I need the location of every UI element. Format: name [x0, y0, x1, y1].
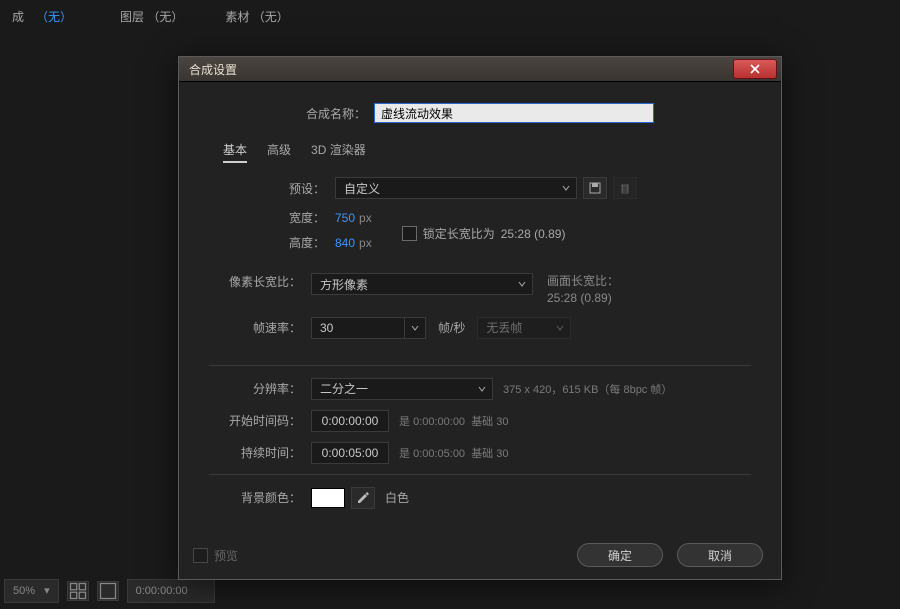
bgcolor-swatch[interactable] — [311, 488, 345, 508]
lock-aspect-label: 锁定长宽比为 — [423, 225, 495, 242]
lock-aspect-ratio: 25:28 (0.89) — [501, 227, 566, 241]
fps-unit: 帧/秒 — [438, 319, 465, 336]
pixel-aspect-dropdown[interactable]: 方形像素 — [311, 273, 533, 295]
duration-info: 是 0:00:05:00 基础 30 — [399, 445, 508, 461]
bg-tab-footage[interactable]: 素材 （无） — [219, 4, 294, 29]
width-label: 宽度： — [253, 209, 325, 226]
bg-footer: 50% ▾ 0:00:00:00 — [0, 579, 215, 603]
frame-aspect-info: 画面长宽比： 25:28 (0.89) — [547, 273, 619, 307]
height-label: 高度： — [253, 234, 325, 251]
width-value[interactable]: 750 — [335, 211, 355, 225]
resolution-info: 375 x 420，615 KB（每 8bpc 帧） — [503, 381, 672, 397]
start-tc-info: 是 0:00:00:00 基础 30 — [399, 413, 508, 429]
eyedropper-button[interactable] — [351, 487, 375, 509]
save-preset-icon[interactable] — [583, 177, 607, 199]
chevron-down-icon — [411, 324, 419, 332]
timecode-display[interactable]: 0:00:00:00 — [127, 579, 215, 603]
settings-tabs: 基本 高级 3D 渲染器 — [223, 141, 751, 163]
start-tc-label: 开始时间码： — [209, 412, 301, 429]
chevron-down-icon — [478, 385, 486, 393]
preset-label: 预设： — [253, 180, 325, 197]
height-unit: px — [359, 236, 372, 250]
trash-icon — [613, 177, 637, 199]
preset-dropdown[interactable]: 自定义 — [335, 177, 577, 199]
tab-basic[interactable]: 基本 — [223, 141, 247, 163]
grid-icon[interactable] — [67, 581, 89, 601]
comp-name-label: 合成名称： — [306, 105, 366, 122]
height-value[interactable]: 840 — [335, 236, 355, 250]
cancel-button[interactable]: 取消 — [677, 543, 763, 567]
bg-panel-tabs: 成（无） 图层 （无） 素材 （无） — [0, 4, 295, 29]
fps-input[interactable]: 30 — [311, 317, 404, 339]
fps-label: 帧速率： — [209, 319, 301, 336]
tab-advanced[interactable]: 高级 — [267, 141, 291, 163]
tab-3d-renderer[interactable]: 3D 渲染器 — [311, 141, 366, 163]
resolution-dropdown[interactable]: 二分之一 — [311, 378, 493, 400]
width-unit: px — [359, 211, 372, 225]
mask-icon[interactable] — [97, 581, 119, 601]
dropframe-dropdown: 无丢帧 — [477, 317, 571, 339]
start-tc-input[interactable] — [311, 410, 389, 432]
duration-input[interactable] — [311, 442, 389, 464]
preview-label: 预览 — [214, 547, 238, 564]
pixel-aspect-label: 像素长宽比： — [209, 273, 301, 290]
chevron-down-icon — [562, 184, 570, 192]
chevron-down-icon — [556, 324, 564, 332]
zoom-dropdown[interactable]: 50% ▾ — [4, 579, 59, 603]
bg-tab-composition[interactable]: 成（无） — [0, 4, 84, 29]
composition-settings-dialog: 合成设置 合成名称： 基本 高级 3D 渲染器 预设： 自定义 — [178, 56, 782, 580]
ok-button[interactable]: 确定 — [577, 543, 663, 567]
duration-label: 持续时间： — [209, 444, 301, 461]
bg-tab-layer[interactable]: 图层 （无） — [114, 4, 189, 29]
comp-name-input[interactable] — [374, 103, 654, 123]
preview-checkbox — [193, 548, 208, 563]
eyedropper-icon — [356, 491, 370, 505]
resolution-label: 分辨率： — [209, 380, 301, 397]
bgcolor-label: 背景颜色： — [209, 489, 301, 506]
fps-dropdown-toggle[interactable] — [404, 317, 426, 339]
lock-aspect-checkbox[interactable] — [402, 226, 417, 241]
close-icon — [749, 63, 761, 75]
close-button[interactable] — [733, 59, 777, 79]
dialog-titlebar: 合成设置 — [179, 57, 781, 82]
bgcolor-name: 白色 — [385, 489, 409, 506]
dialog-title: 合成设置 — [189, 61, 237, 78]
chevron-down-icon — [518, 280, 526, 288]
